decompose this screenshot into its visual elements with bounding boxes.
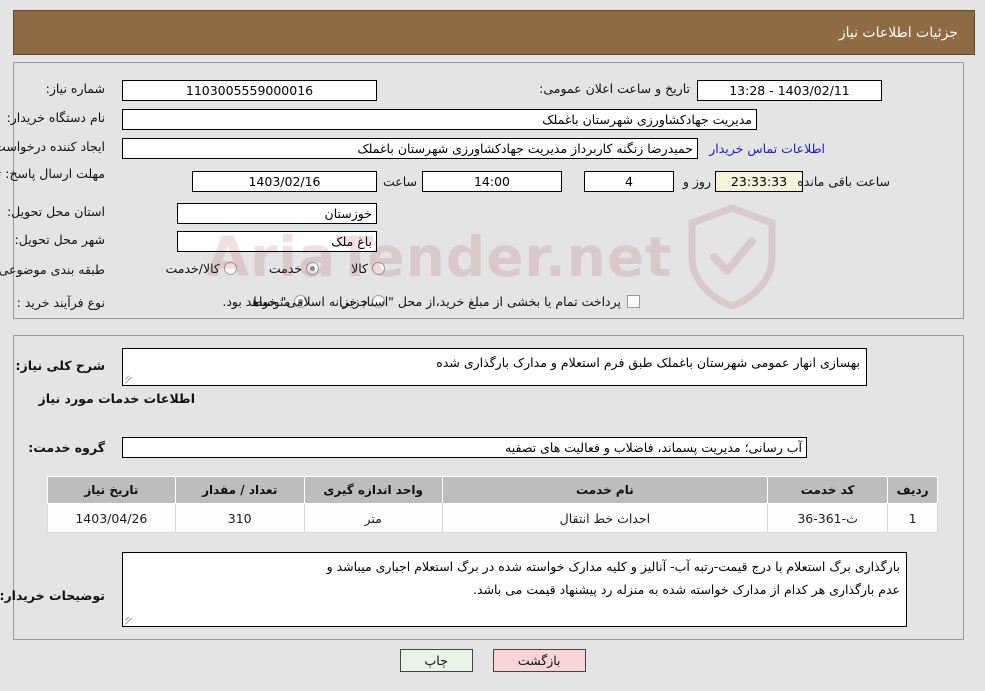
treasury-note-row: پرداخت تمام یا بخشی از مبلغ خرید،از محل … [222, 294, 640, 309]
deadline-countdown-value: 23:33:33 [715, 171, 803, 192]
buyer-notes-line2: عدم بارگذاری هر کدام از مدارک خواسته شده… [472, 582, 900, 597]
province-label: استان محل تحویل: [6, 204, 105, 219]
services-table: ردیف کد خدمت نام خدمت واحد اندازه گیری ت… [47, 476, 938, 533]
general-desc-textarea[interactable]: بهسازی انهار عمومی شهرستان باغملک طبق فر… [122, 348, 867, 386]
deadline-days-value: 4 [584, 171, 674, 192]
category-radio-kala[interactable]: کالا [351, 261, 385, 276]
radio-dot-icon[interactable] [223, 262, 237, 275]
general-desc-value: بهسازی انهار عمومی شهرستان باغملک طبق فر… [436, 355, 860, 370]
purchase-type-label-row: نوع فرآیند خرید : [17, 295, 105, 310]
table-header-unit: واحد اندازه گیری [303, 476, 443, 504]
deadline-time-label: ساعت [382, 174, 417, 189]
service-group-label: گروه خدمت: [28, 440, 105, 455]
cell-code: ث-361-36 [767, 503, 889, 533]
buyer-notes-label: توضیحات خریدار: [0, 588, 105, 603]
table-header-date: تاریخ نیاز [47, 476, 176, 504]
purchase-type-label: نوع فرآیند خرید : [16, 295, 105, 310]
table-header-code: کد خدمت [767, 476, 889, 504]
page-title: جزئیات اطلاعات نیاز [838, 24, 958, 41]
radio-dot-icon[interactable] [372, 262, 385, 275]
resize-grip-icon[interactable] [125, 615, 135, 625]
resize-grip-icon[interactable] [125, 374, 135, 384]
table-header-name: نام خدمت [441, 476, 769, 504]
table-header-qty: تعداد / مقدار [174, 476, 305, 504]
back-button[interactable]: بازگشت [492, 649, 586, 672]
category-option-label-2: کالا/خدمت [165, 261, 220, 276]
deadline-countdown-label: ساعت باقی مانده [797, 174, 890, 189]
cell-radif: 1 [887, 503, 938, 533]
buyer-org-label: نام دستگاه خریدار: [6, 110, 105, 125]
deadline-date-value: 1403/02/16 [192, 171, 377, 192]
announce-label-row: تاریخ و ساعت اعلان عمومی: [539, 81, 690, 96]
need-number-label: شماره نیاز: [45, 81, 105, 96]
category-label: طبقه بندی موضوعی: [0, 262, 105, 277]
page-root: جزئیات اطلاعات نیاز AriaTender.net شماره… [0, 0, 985, 691]
requester-label: ایجاد کننده درخواست: [0, 139, 105, 154]
table-header-radif: ردیف [887, 476, 938, 504]
buyer-notes-line1: بارگذاری برگ استعلام با درج قیمت-رتبه آب… [326, 559, 900, 574]
cell-qty: 310 [174, 503, 305, 533]
table-header-row: ردیف کد خدمت نام خدمت واحد اندازه گیری ت… [47, 476, 938, 504]
city-label: شهر محل تحویل: [14, 232, 105, 247]
requester-label-row: ایجاد کننده درخواست: [0, 139, 105, 154]
table-row: 1 ث-361-36 احداث خط انتقال متر 310 1403/… [47, 503, 938, 533]
general-desc-label: شرح کلی نیاز: [15, 358, 105, 373]
city-value: باغ ملک [177, 231, 377, 252]
announce-datetime-label: تاریخ و ساعت اعلان عمومی: [539, 81, 690, 96]
province-value: خوزستان [177, 203, 377, 224]
province-label-row: استان محل تحویل: [7, 204, 105, 219]
need-number-label-row: شماره نیاز: [46, 81, 105, 96]
need-number-value: 1103005559000016 [122, 80, 377, 101]
buyer-org-label-row: نام دستگاه خریدار: [7, 110, 105, 125]
buyer-notes-label-row: توضیحات خریدار: [0, 588, 105, 603]
print-button[interactable]: چاپ [399, 649, 473, 672]
category-radio-group: کالا خدمت کالا/خدمت [139, 261, 385, 276]
services-section-title: اطلاعات خدمات مورد نیاز [38, 391, 196, 406]
service-group-value: آب رسانی؛ مدیریت پسماند، فاضلاب و فعالیت… [122, 437, 807, 458]
buyer-notes-textarea[interactable]: بارگذاری برگ استعلام با درج قیمت-رتبه آب… [122, 552, 907, 627]
category-radio-khedmat[interactable]: خدمت [268, 261, 320, 276]
announce-datetime-value: 1403/02/11 - 13:28 [697, 80, 882, 101]
treasury-note-text: پرداخت تمام یا بخشی از مبلغ خرید،از محل … [222, 294, 621, 309]
radio-dot-icon[interactable] [306, 262, 320, 275]
cell-date: 1403/04/26 [47, 503, 176, 533]
service-group-label-row: گروه خدمت: [28, 440, 105, 455]
category-option-label-0: کالا [351, 261, 368, 276]
cell-name: احداث خط انتقال [441, 503, 769, 533]
page-header: جزئیات اطلاعات نیاز [13, 10, 975, 55]
city-label-row: شهر محل تحویل: [15, 232, 105, 247]
category-label-row: طبقه بندی موضوعی: [0, 262, 105, 277]
general-desc-label-row: شرح کلی نیاز: [16, 358, 105, 373]
category-radio-kala-khedmat[interactable]: کالا/خدمت [165, 261, 237, 276]
deadline-days-label: روز و [682, 174, 711, 189]
deadline-label-row: مهلت ارسال پاسخ: تا تاریخ: [0, 166, 105, 181]
requester-value: حمیدرضا زنگنه کاربرداز مدیریت جهادکشاورز… [122, 138, 698, 159]
category-option-label-1: خدمت [268, 261, 303, 276]
buyer-contact-link[interactable]: اطلاعات تماس خریدار [709, 141, 825, 156]
deadline-label: مهلت ارسال پاسخ: تا تاریخ: [0, 166, 105, 181]
treasury-checkbox[interactable] [627, 295, 640, 308]
cell-unit: متر [303, 503, 443, 533]
deadline-time-value: 14:00 [422, 171, 562, 192]
action-button-row: بازگشت چاپ [0, 649, 985, 672]
buyer-org-value: مدیریت جهادکشاورزی شهرستان باغملک [122, 109, 757, 130]
